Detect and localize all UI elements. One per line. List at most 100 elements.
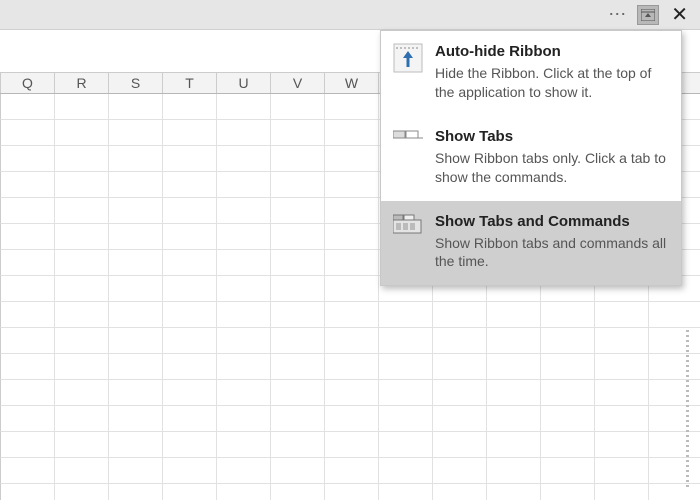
column-header[interactable]: V <box>271 73 325 93</box>
cell[interactable] <box>1 380 55 406</box>
cell[interactable] <box>163 328 217 354</box>
cell[interactable] <box>109 120 163 146</box>
cell[interactable] <box>217 406 271 432</box>
cell[interactable] <box>649 406 700 432</box>
cell[interactable] <box>433 354 487 380</box>
cell[interactable] <box>109 146 163 172</box>
cell[interactable] <box>1 224 55 250</box>
cell[interactable] <box>433 406 487 432</box>
cell[interactable] <box>271 146 325 172</box>
cell[interactable] <box>217 250 271 276</box>
cell[interactable] <box>325 458 379 484</box>
cell[interactable] <box>163 120 217 146</box>
column-header[interactable]: U <box>217 73 271 93</box>
cell[interactable] <box>541 458 595 484</box>
cell[interactable] <box>217 484 271 500</box>
cell[interactable] <box>325 198 379 224</box>
cell[interactable] <box>541 354 595 380</box>
cell[interactable] <box>649 458 700 484</box>
cell[interactable] <box>1 354 55 380</box>
cell[interactable] <box>55 380 109 406</box>
cell[interactable] <box>163 276 217 302</box>
cell[interactable] <box>1 432 55 458</box>
cell[interactable] <box>217 458 271 484</box>
cell[interactable] <box>541 328 595 354</box>
cell[interactable] <box>1 146 55 172</box>
cell[interactable] <box>55 172 109 198</box>
cell[interactable] <box>217 198 271 224</box>
cell[interactable] <box>1 172 55 198</box>
cell[interactable] <box>487 406 541 432</box>
cell[interactable] <box>109 458 163 484</box>
cell[interactable] <box>1 484 55 500</box>
cell[interactable] <box>217 328 271 354</box>
cell[interactable] <box>325 250 379 276</box>
cell[interactable] <box>217 354 271 380</box>
cell[interactable] <box>109 484 163 500</box>
cell[interactable] <box>595 328 649 354</box>
column-header[interactable]: T <box>163 73 217 93</box>
cell[interactable] <box>55 146 109 172</box>
cell[interactable] <box>1 276 55 302</box>
cell[interactable] <box>595 458 649 484</box>
cell[interactable] <box>109 276 163 302</box>
column-header[interactable]: Q <box>1 73 55 93</box>
cell[interactable] <box>541 406 595 432</box>
column-header[interactable]: R <box>55 73 109 93</box>
cell[interactable] <box>163 224 217 250</box>
cell[interactable] <box>433 328 487 354</box>
cell[interactable] <box>541 432 595 458</box>
cell[interactable] <box>1 198 55 224</box>
cell[interactable] <box>433 302 487 328</box>
cell[interactable] <box>217 380 271 406</box>
cell[interactable] <box>109 94 163 120</box>
cell[interactable] <box>379 328 433 354</box>
cell[interactable] <box>55 484 109 500</box>
cell[interactable] <box>325 432 379 458</box>
cell[interactable] <box>55 250 109 276</box>
cell[interactable] <box>487 458 541 484</box>
cell[interactable] <box>325 484 379 500</box>
cell[interactable] <box>1 94 55 120</box>
cell[interactable] <box>271 458 325 484</box>
cell[interactable] <box>163 198 217 224</box>
cell[interactable] <box>271 406 325 432</box>
cell[interactable] <box>271 94 325 120</box>
cell[interactable] <box>487 484 541 500</box>
cell[interactable] <box>379 302 433 328</box>
cell[interactable] <box>109 328 163 354</box>
cell[interactable] <box>55 302 109 328</box>
cell[interactable] <box>109 172 163 198</box>
ribbon-display-options-button[interactable] <box>637 5 659 25</box>
cell[interactable] <box>325 146 379 172</box>
cell[interactable] <box>487 354 541 380</box>
cell[interactable] <box>163 406 217 432</box>
cell[interactable] <box>487 328 541 354</box>
cell[interactable] <box>649 484 700 500</box>
cell[interactable] <box>55 198 109 224</box>
cell[interactable] <box>55 276 109 302</box>
cell[interactable] <box>1 120 55 146</box>
cell[interactable] <box>271 432 325 458</box>
cell[interactable] <box>55 328 109 354</box>
cell[interactable] <box>55 432 109 458</box>
menu-item-auto-hide-ribbon[interactable]: Auto-hide Ribbon Hide the Ribbon. Click … <box>381 31 681 116</box>
cell[interactable] <box>163 302 217 328</box>
cell[interactable] <box>433 380 487 406</box>
cell[interactable] <box>595 406 649 432</box>
cell[interactable] <box>595 302 649 328</box>
cell[interactable] <box>217 94 271 120</box>
cell[interactable] <box>271 198 325 224</box>
cell[interactable] <box>379 484 433 500</box>
cell[interactable] <box>1 458 55 484</box>
cell[interactable] <box>271 224 325 250</box>
cell[interactable] <box>325 224 379 250</box>
cell[interactable] <box>271 354 325 380</box>
cell[interactable] <box>379 432 433 458</box>
cell[interactable] <box>595 432 649 458</box>
cell[interactable] <box>541 484 595 500</box>
cell[interactable] <box>649 302 700 328</box>
cell[interactable] <box>1 406 55 432</box>
cell[interactable] <box>217 224 271 250</box>
cell[interactable] <box>271 484 325 500</box>
